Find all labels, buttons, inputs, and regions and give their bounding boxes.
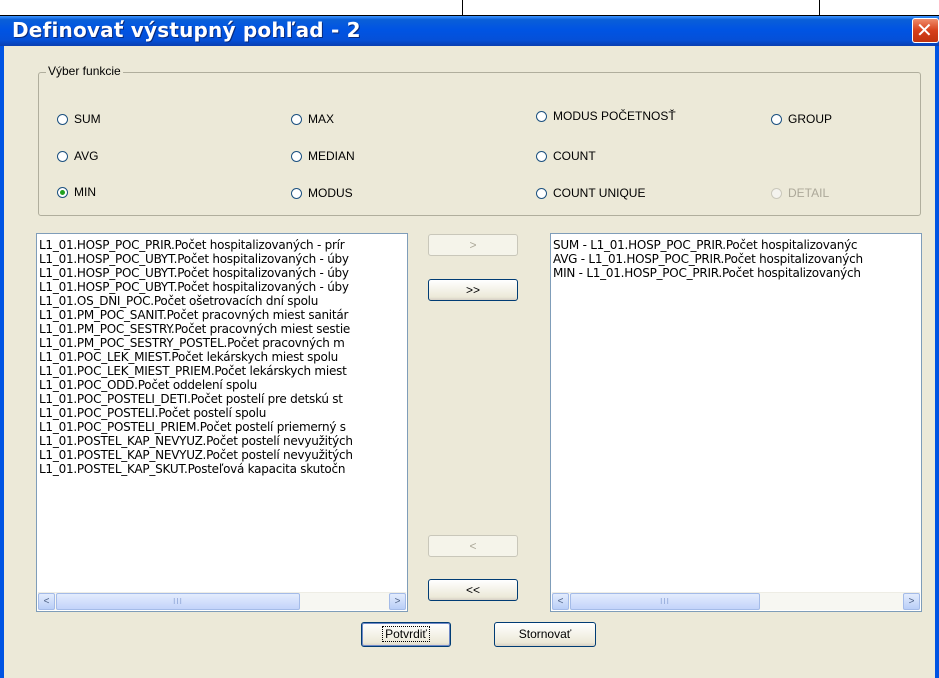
horizontal-scrollbar[interactable]: < III > <box>38 592 406 610</box>
chevron-right-icon: > <box>908 596 915 607</box>
strip-divider <box>819 0 820 16</box>
radio-icon <box>771 113 782 125</box>
list-item[interactable]: L1_01.HOSP_POC_PRIR.Počet hospitalizovan… <box>39 238 405 252</box>
remove-all-button[interactable]: << <box>428 579 518 601</box>
list-item[interactable]: L1_01.POSTEL_KAP_NEVYUZ.Počet postelí ne… <box>39 434 405 448</box>
cancel-button[interactable]: Stornovať <box>494 622 596 647</box>
radio-checked-icon <box>57 186 68 198</box>
list-item[interactable]: L1_01.POC_POSTELI_DETI.Počet postelí pre… <box>39 392 405 406</box>
dialog-window: Definovať výstupný pohľad - 2 ✕ Výber fu… <box>0 16 939 678</box>
title-bar[interactable]: Definovať výstupný pohľad - 2 ✕ <box>0 16 939 46</box>
radio-max[interactable]: MAX <box>291 112 334 126</box>
radio-label: AVG <box>74 149 99 163</box>
remove-button[interactable]: < <box>428 535 518 557</box>
radio-label: MODUS <box>308 186 353 200</box>
radio-icon <box>291 150 302 162</box>
list-item[interactable]: L1_01.PM_POC_SESTRY_POSTEL.Počet pracovn… <box>39 336 405 350</box>
selected-fields-items: SUM - L1_01.HOSP_POC_PRIR.Počet hospital… <box>553 238 919 280</box>
list-item[interactable]: L1_01.OS_DNI_POC.Počet ošetrovacích dní … <box>39 294 405 308</box>
radio-sum[interactable]: SUM <box>57 112 101 126</box>
list-item[interactable]: L1_01.HOSP_POC_UBYT.Počet hospitalizovan… <box>39 252 405 266</box>
chevron-left-icon: < <box>43 596 50 607</box>
confirm-button-label: Potvrdiť <box>382 626 430 642</box>
radio-icon <box>291 113 302 125</box>
radio-label: COUNT UNIQUE <box>553 186 646 200</box>
grip-icon: III <box>660 597 670 606</box>
confirm-button[interactable]: Potvrdiť <box>361 622 451 647</box>
list-item[interactable]: AVG - L1_01.HOSP_POC_PRIR.Počet hospital… <box>553 252 919 266</box>
list-item[interactable]: MIN - L1_01.HOSP_POC_PRIR.Počet hospital… <box>553 266 919 280</box>
radio-icon <box>291 187 302 199</box>
radio-median[interactable]: MEDIAN <box>291 149 355 163</box>
radio-label: SUM <box>74 112 101 126</box>
radio-modus-pocetnost[interactable]: MODUS POČETNOSŤ <box>536 109 676 123</box>
scroll-left-button[interactable]: < <box>552 593 569 610</box>
radio-label: MAX <box>308 112 335 126</box>
strip-divider <box>462 0 463 16</box>
available-fields-items: L1_01.HOSP_POC_PRIR.Počet hospitalizovan… <box>39 238 405 476</box>
radio-label: DETAIL <box>788 186 830 200</box>
cancel-button-label: Stornovať <box>518 627 572 641</box>
radio-label: GROUP <box>788 112 833 126</box>
list-item[interactable]: L1_01.POC_LEK_MIEST.Počet lekárskych mie… <box>39 350 405 364</box>
close-icon: ✕ <box>916 18 933 42</box>
scroll-left-button[interactable]: < <box>38 593 55 610</box>
available-fields-list[interactable]: L1_01.HOSP_POC_PRIR.Počet hospitalizovan… <box>36 233 408 612</box>
grip-icon: III <box>173 597 183 606</box>
radio-detail: DETAIL <box>771 186 829 200</box>
radio-label: MIN <box>74 185 96 199</box>
radio-icon <box>771 187 782 199</box>
add-all-button[interactable]: >> <box>428 279 518 301</box>
list-item[interactable]: L1_01.PM_POC_SESTRY.Počet pracovných mie… <box>39 322 405 336</box>
add-button[interactable]: > <box>428 234 518 256</box>
remove-button-label: < <box>469 539 477 553</box>
top-strip <box>0 0 939 16</box>
chevron-right-icon: > <box>394 596 401 607</box>
scroll-right-button[interactable]: > <box>389 593 406 610</box>
list-item[interactable]: L1_01.HOSP_POC_UBYT.Počet hospitalizovan… <box>39 280 405 294</box>
list-item[interactable]: SUM - L1_01.HOSP_POC_PRIR.Počet hospital… <box>553 238 919 252</box>
radio-avg[interactable]: AVG <box>57 149 98 163</box>
list-item[interactable]: L1_01.POC_LEK_MIEST_PRIEM.Počet lekársky… <box>39 364 405 378</box>
list-item[interactable]: L1_01.POC_POSTELI_PRIEM.Počet postelí pr… <box>39 420 405 434</box>
radio-min[interactable]: MIN <box>57 185 96 199</box>
horizontal-scrollbar[interactable]: < III > <box>552 592 920 610</box>
radio-icon <box>57 113 68 125</box>
radio-icon <box>536 150 547 162</box>
list-item[interactable]: L1_01.HOSP_POC_UBYT.Počet hospitalizovan… <box>39 266 405 280</box>
selected-fields-list[interactable]: SUM - L1_01.HOSP_POC_PRIR.Počet hospital… <box>550 233 922 612</box>
scroll-thumb[interactable]: III <box>570 593 760 610</box>
window-border-left <box>0 46 4 678</box>
list-item[interactable]: L1_01.POC_ODD.Počet oddelení spolu <box>39 378 405 392</box>
remove-all-button-label: << <box>465 583 480 597</box>
list-item[interactable]: L1_01.POSTEL_KAP_SKUT.Posteľová kapacita… <box>39 462 405 476</box>
radio-modus[interactable]: MODUS <box>291 186 353 200</box>
radio-label: MEDIAN <box>308 149 355 163</box>
chevron-left-icon: < <box>557 596 564 607</box>
close-button[interactable]: ✕ <box>912 18 939 43</box>
add-button-label: > <box>469 238 477 252</box>
radio-icon <box>57 150 68 162</box>
radio-group[interactable]: GROUP <box>771 112 832 126</box>
add-all-button-label: >> <box>465 283 480 297</box>
radio-count-unique[interactable]: COUNT UNIQUE <box>536 186 645 200</box>
list-item[interactable]: L1_01.PM_POC_SANIT.Počet pracovných mies… <box>39 308 405 322</box>
list-item[interactable]: L1_01.POC_POSTELI.Počet postelí spolu <box>39 406 405 420</box>
radio-label: MODUS POČETNOSŤ <box>553 109 676 123</box>
radio-label: COUNT <box>553 149 596 163</box>
radio-count[interactable]: COUNT <box>536 149 596 163</box>
list-item[interactable]: L1_01.POSTEL_KAP_NEVYUZ.Počet postelí ne… <box>39 448 405 462</box>
scroll-thumb[interactable]: III <box>56 593 300 610</box>
function-groupbox-legend: Výber funkcie <box>46 64 123 78</box>
radio-icon <box>536 187 547 199</box>
scroll-right-button[interactable]: > <box>903 593 920 610</box>
radio-icon <box>536 110 547 122</box>
window-title: Definovať výstupný pohľad - 2 <box>12 18 361 42</box>
window-border-right <box>935 46 939 678</box>
